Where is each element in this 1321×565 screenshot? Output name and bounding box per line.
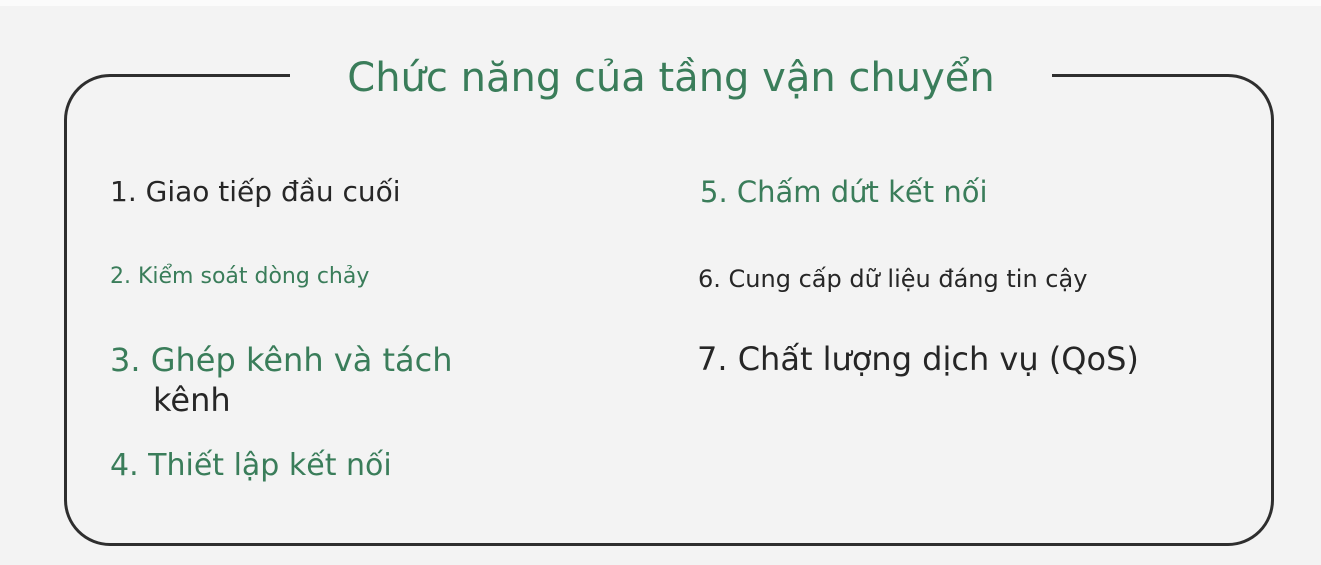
list-item-3: 3. Ghép kênh và tách [110,341,453,379]
list-item-4: 4. Thiết lập kết nối [110,448,392,483]
list-item-3-continuation: kênh [153,381,231,419]
page-title: Chức năng của tầng vận chuyển [347,55,995,101]
list-item-2: 2. Kiểm soát dòng chảy [110,264,370,289]
slide: Chức năng của tầng vận chuyển 1. Giao ti… [0,0,1321,565]
list-item-1: 1. Giao tiếp đầu cuối [110,175,401,208]
list-item-5: 5. Chấm dứt kết nối [700,175,988,209]
list-item-6: 6. Cung cấp dữ liệu đáng tin cậy [698,265,1088,293]
top-edge [0,0,1321,6]
list-item-7: 7. Chất lượng dịch vụ (QoS) [697,340,1139,378]
